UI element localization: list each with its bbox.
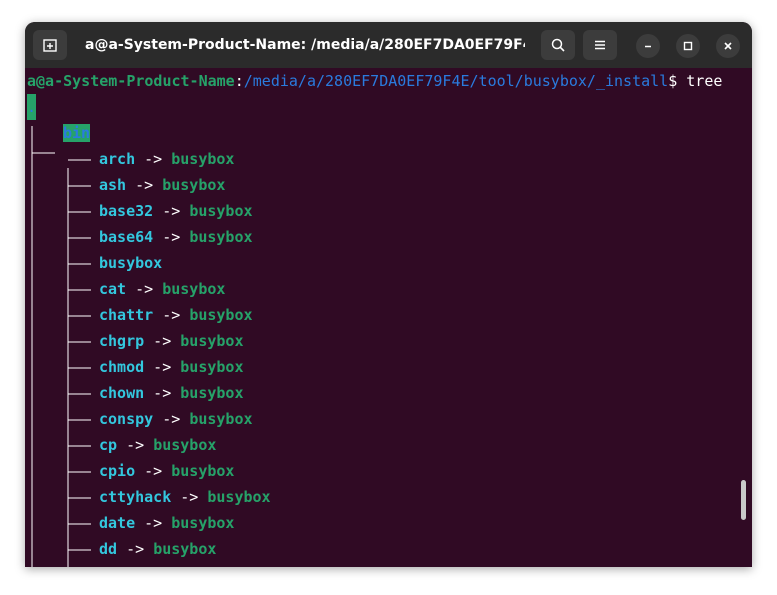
prompt-line: a@a-System-Product-Name:/media/a/280EF7D… <box>27 68 722 94</box>
new-tab-button[interactable] <box>33 30 67 60</box>
tree-entry: cttyhack -> busybox <box>99 484 271 510</box>
tree-entry: busybox <box>99 250 162 276</box>
entry-target: busybox <box>189 410 253 428</box>
entry-arrow: -> <box>144 332 181 350</box>
close-button[interactable] <box>716 34 740 58</box>
tree-root-line: . <box>27 94 36 120</box>
title-bar: a@a-System-Product-Name: /media/a/280EF7… <box>25 22 752 68</box>
entry-arrow: -> <box>135 150 172 168</box>
tree-entry: chattr -> busybox <box>99 302 253 328</box>
entry-name: ash <box>99 176 127 194</box>
entry-arrow: -> <box>135 514 172 532</box>
tree-dir-bin: bin <box>63 124 91 142</box>
entry-name: cat <box>99 280 127 298</box>
minimize-button[interactable] <box>636 34 660 58</box>
prompt-dollar: $ <box>668 72 687 90</box>
tree-entry: conspy -> busybox <box>99 406 253 432</box>
search-icon <box>551 38 565 52</box>
search-button[interactable] <box>541 30 575 60</box>
entry-arrow: -> <box>171 488 208 506</box>
entry-target: busybox <box>153 540 217 558</box>
tree-entry: chmod -> busybox <box>99 354 244 380</box>
entry-target: busybox <box>180 332 244 350</box>
entry-target: busybox <box>189 202 253 220</box>
minimize-icon <box>645 45 651 48</box>
entry-name: dd <box>99 540 118 558</box>
entry-target: busybox <box>180 358 244 376</box>
prompt-user-host: a@a-System-Product-Name <box>27 72 235 90</box>
entry-name: conspy <box>99 410 154 428</box>
entry-name: chgrp <box>99 332 145 350</box>
maximize-button[interactable] <box>676 34 700 58</box>
entry-target: busybox <box>162 176 226 194</box>
tree-entry: chown -> busybox <box>99 380 244 406</box>
terminal-window: a@a-System-Product-Name: /media/a/280EF7… <box>25 22 752 567</box>
tree-entry: dd -> busybox <box>99 536 216 562</box>
entry-name: cttyhack <box>99 488 172 506</box>
entry-arrow: -> <box>117 540 154 558</box>
entry-name: chattr <box>99 306 154 324</box>
entry-arrow: -> <box>153 202 190 220</box>
entry-name: arch <box>99 150 136 168</box>
entry-name: cp <box>99 436 118 454</box>
close-icon <box>724 42 732 50</box>
entry-arrow: -> <box>117 436 154 454</box>
maximize-icon <box>683 41 693 51</box>
window-title: a@a-System-Product-Name: /media/a/280EF7… <box>85 37 525 53</box>
tree-entry: cp -> busybox <box>99 432 216 458</box>
entry-name: busybox <box>99 254 163 272</box>
prompt-command: tree <box>686 72 723 90</box>
entry-arrow: -> <box>144 384 181 402</box>
entry-arrow: -> <box>153 228 190 246</box>
entry-target: busybox <box>189 228 253 246</box>
terminal-output[interactable]: a@a-System-Product-Name:/media/a/280EF7D… <box>25 68 752 567</box>
entry-target: busybox <box>171 462 235 480</box>
tree-entry: arch -> busybox <box>99 146 234 172</box>
entry-target: busybox <box>207 488 271 506</box>
entry-target: busybox <box>171 514 235 532</box>
menu-button[interactable] <box>583 30 617 60</box>
tree-entry: cat -> busybox <box>99 276 225 302</box>
entry-name: chown <box>99 384 145 402</box>
scrollbar-thumb[interactable] <box>741 480 746 520</box>
entry-name: base64 <box>99 228 154 246</box>
entry-name: cpio <box>99 462 136 480</box>
entry-target: busybox <box>180 384 244 402</box>
tree-dir-line: bin <box>63 120 91 146</box>
tree-root: . <box>27 94 36 120</box>
entry-arrow: -> <box>135 462 172 480</box>
entry-arrow: -> <box>153 410 190 428</box>
tree-entry: base64 -> busybox <box>99 224 253 250</box>
hamburger-menu-icon <box>595 40 605 50</box>
entry-target: busybox <box>171 150 235 168</box>
tree-entry: base32 -> busybox <box>99 198 253 224</box>
entry-target: busybox <box>189 306 253 324</box>
entry-arrow: -> <box>126 280 163 298</box>
entry-arrow: -> <box>126 176 163 194</box>
entry-target: busybox <box>153 436 217 454</box>
entry-name: base32 <box>99 202 154 220</box>
entry-name: date <box>99 514 136 532</box>
entry-arrow: -> <box>153 306 190 324</box>
prompt-path: /media/a/280EF7DA0EF79F4E/tool/busybox/_… <box>243 72 669 90</box>
tree-entry: ash -> busybox <box>99 172 225 198</box>
new-tab-icon <box>43 39 57 52</box>
entry-target: busybox <box>162 280 226 298</box>
tree-entry: cpio -> busybox <box>99 458 234 484</box>
prompt-separator: : <box>234 72 244 90</box>
entry-arrow: -> <box>144 358 181 376</box>
entry-name: chmod <box>99 358 145 376</box>
tree-entry: date -> busybox <box>99 510 234 536</box>
tree-entry: chgrp -> busybox <box>99 328 244 354</box>
